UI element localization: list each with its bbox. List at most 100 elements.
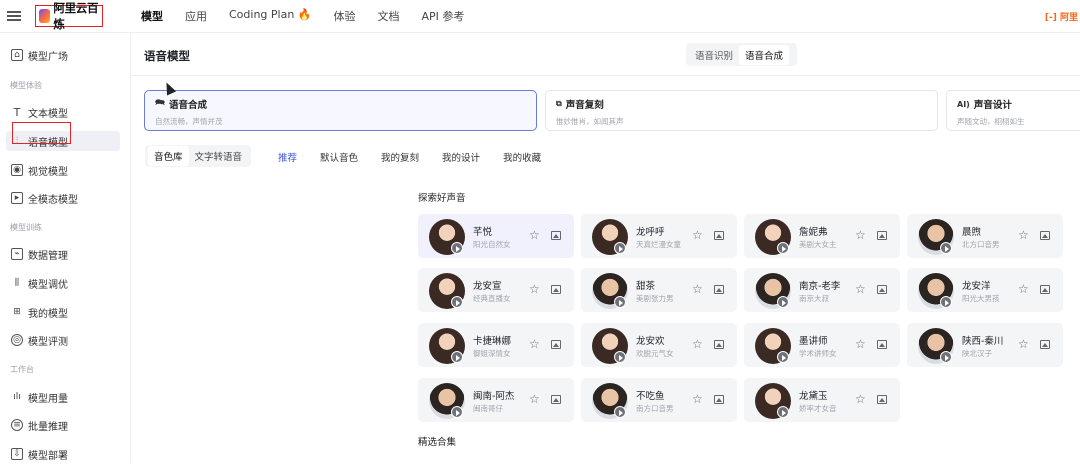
sidebar-item-vision-model[interactable]: ◉ 视觉模型 — [6, 160, 120, 180]
image-icon[interactable] — [714, 395, 724, 404]
favorite-star-icon[interactable]: ☆ — [855, 393, 866, 405]
image-icon[interactable] — [877, 285, 887, 294]
sidebar-item-model-evaluation[interactable]: ◎ 模型评测 — [6, 330, 120, 350]
voice-card[interactable]: 南京-老李 南京大叔 ☆ — [744, 268, 900, 312]
play-icon[interactable] — [614, 242, 626, 254]
voice-desc: 经典直播女 — [473, 294, 511, 303]
topnav-docs[interactable]: 文档 — [378, 8, 400, 24]
sidebar-item-label: 文本模型 — [28, 108, 68, 120]
subtab-my-favorites[interactable]: 我的收藏 — [503, 150, 541, 164]
favorite-star-icon[interactable]: ☆ — [692, 393, 703, 405]
favorite-star-icon[interactable]: ☆ — [1018, 283, 1029, 295]
feature-card-voice-clone[interactable]: ⧉ 声音复刻 惟妙惟肖，如闻其声 — [545, 90, 938, 131]
favorite-star-icon[interactable]: ☆ — [692, 229, 703, 241]
play-icon[interactable] — [940, 351, 952, 363]
subtab-my-clones[interactable]: 我的复刻 — [381, 150, 419, 164]
sidebar-item-my-model[interactable]: ⊞ 我的模型 — [6, 302, 120, 322]
play-icon[interactable] — [451, 242, 463, 254]
image-icon[interactable] — [1040, 340, 1050, 349]
voice-card[interactable]: 龙黛玉 娇率才女音 ☆ — [744, 378, 900, 422]
favorite-star-icon[interactable]: ☆ — [855, 229, 866, 241]
favorite-star-icon[interactable]: ☆ — [692, 338, 703, 350]
favorite-star-icon[interactable]: ☆ — [529, 393, 540, 405]
menu-icon[interactable] — [7, 11, 21, 21]
tab-text-to-speech[interactable]: 文字转语音 — [189, 146, 249, 166]
image-icon[interactable] — [877, 231, 887, 240]
topnav-experience[interactable]: 体验 — [334, 8, 356, 24]
sidebar-item-batch-inference[interactable]: ≡ 批量推理 — [6, 415, 120, 435]
sidebar-item-model-usage[interactable]: ılı 模型用量 — [6, 387, 120, 407]
feature-card-voice-design[interactable]: AI) 声音设计 声随文动，栩栩如生 — [946, 90, 1080, 131]
voice-card[interactable]: 晨煦 北方口音男 ☆ — [907, 214, 1063, 258]
voice-card[interactable]: 不吃鱼 南方口音男 ☆ — [581, 378, 737, 422]
image-icon[interactable] — [714, 340, 724, 349]
tune-icon: ⫼ — [14, 278, 20, 288]
image-icon[interactable] — [551, 340, 561, 349]
topnav-coding-plan[interactable]: Coding Plan 🔥 — [229, 8, 312, 24]
play-icon[interactable] — [614, 406, 626, 418]
subtab-my-designs[interactable]: 我的设计 — [442, 150, 480, 164]
play-icon[interactable] — [614, 351, 626, 363]
favorite-star-icon[interactable]: ☆ — [1018, 338, 1029, 350]
play-icon[interactable] — [777, 351, 789, 363]
voice-card[interactable]: 墨讲师 学术讲师女 ☆ — [744, 323, 900, 367]
favorite-star-icon[interactable]: ☆ — [529, 283, 540, 295]
topnav-api-reference[interactable]: API 参考 — [422, 8, 465, 24]
voice-card[interactable]: 龙安欢 欢脱元气女 ☆ — [581, 323, 737, 367]
subtab-default-voices[interactable]: 默认音色 — [320, 150, 358, 164]
sidebar-item-omni-model[interactable]: ▸ 全模态模型 — [6, 188, 120, 208]
image-icon[interactable] — [1040, 285, 1050, 294]
image-icon[interactable] — [714, 285, 724, 294]
tab-voice-library[interactable]: 音色库 — [148, 146, 189, 166]
play-icon[interactable] — [777, 296, 789, 308]
subtab-recommended[interactable]: 推荐 — [278, 150, 297, 164]
image-icon[interactable] — [551, 231, 561, 240]
voice-card[interactable]: 芊悦 阳光自然女 ☆ — [418, 214, 574, 258]
voice-name: 陕西-秦川 — [962, 336, 1004, 347]
image-icon[interactable] — [551, 395, 561, 404]
voice-card[interactable]: 甜茶 美剧张力男 ☆ — [581, 268, 737, 312]
favorite-star-icon[interactable]: ☆ — [692, 283, 703, 295]
sidebar-item-model-square[interactable]: ⌂ 模型广场 — [6, 45, 120, 65]
evaluation-icon: ◎ — [11, 334, 23, 346]
voice-card[interactable]: 闽南-阿杰 闽南哥仔 ☆ — [418, 378, 574, 422]
play-icon[interactable] — [940, 296, 952, 308]
voice-name: 芊悦 — [473, 227, 493, 238]
play-icon[interactable] — [777, 406, 789, 418]
favorite-star-icon[interactable]: ☆ — [855, 283, 866, 295]
voice-desc: 欢脱元气女 — [636, 349, 674, 358]
sidebar-item-text-model[interactable]: T 文本模型 — [6, 102, 120, 122]
segment-recognition[interactable]: 语音识别 — [689, 45, 739, 65]
brand-logo-link[interactable]: 阿里云百炼 — [35, 1, 103, 31]
voice-card[interactable]: 陕西-秦川 陕北汉子 ☆ — [907, 323, 1063, 367]
voice-card[interactable]: 龙安洋 阳光大男孩 ☆ — [907, 268, 1063, 312]
voice-card[interactable]: 龙安宣 经典直播女 ☆ — [418, 268, 574, 312]
play-icon[interactable] — [940, 242, 952, 254]
play-icon[interactable] — [777, 242, 789, 254]
topnav-model[interactable]: 模型 — [141, 8, 163, 24]
play-icon[interactable] — [451, 296, 463, 308]
sidebar-item-data-management[interactable]: ⌁ 数据管理 — [6, 244, 120, 264]
image-icon[interactable] — [877, 340, 887, 349]
image-icon[interactable] — [877, 395, 887, 404]
voice-card[interactable]: 詹妮弗 美剧大女主 ☆ — [744, 214, 900, 258]
image-icon[interactable] — [1040, 231, 1050, 240]
favorite-star-icon[interactable]: ☆ — [529, 338, 540, 350]
play-icon[interactable] — [451, 351, 463, 363]
topnav-app[interactable]: 应用 — [185, 8, 207, 24]
image-icon[interactable] — [551, 285, 561, 294]
play-icon[interactable] — [451, 406, 463, 418]
top-right-link[interactable]: [-] 阿里 — [1045, 10, 1078, 23]
image-icon[interactable] — [714, 231, 724, 240]
play-icon[interactable] — [614, 296, 626, 308]
voice-card[interactable]: 卡捷琳娜 御姐深情女 ☆ — [418, 323, 574, 367]
voice-card[interactable]: 龙呼呼 天真烂漫女童 ☆ — [581, 214, 737, 258]
favorite-star-icon[interactable]: ☆ — [1018, 229, 1029, 241]
favorite-star-icon[interactable]: ☆ — [855, 338, 866, 350]
voice-name: 墨讲师 — [799, 336, 828, 347]
sidebar-item-model-deploy[interactable]: ⇩ 模型部署 — [6, 444, 120, 464]
favorite-star-icon[interactable]: ☆ — [529, 229, 540, 241]
sidebar-item-model-tuning[interactable]: ⫼ 模型调优 — [6, 273, 120, 293]
feature-card-speech-synthesis[interactable]: 🗪 语音合成 自然流畅，声情并茂 — [144, 90, 537, 131]
segment-synthesis[interactable]: 语音合成 — [739, 44, 790, 65]
